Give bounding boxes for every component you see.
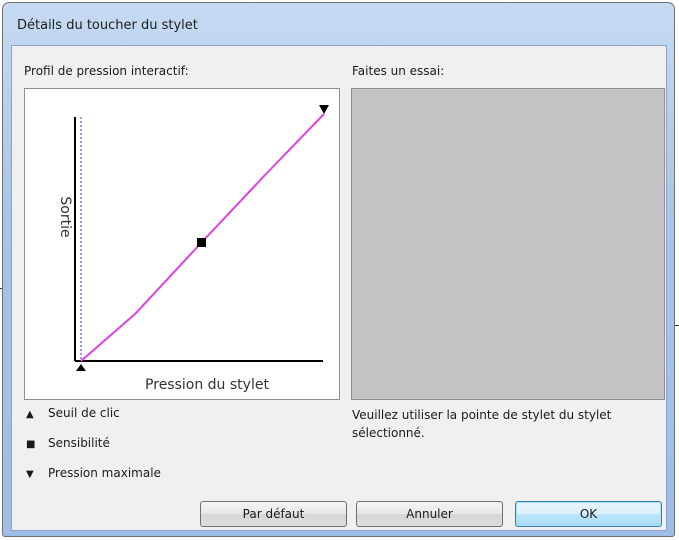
dialog-window: Détails du toucher du stylet Profil de p…	[2, 2, 675, 537]
y-axis-label: Sortie	[57, 196, 73, 237]
triangle-down-icon: ▼	[26, 469, 34, 480]
legend-item-sensitivity: ■ Sensibilité	[26, 436, 110, 450]
window-title: Détails du toucher du stylet	[17, 18, 198, 33]
title-bar[interactable]: Détails du toucher du stylet	[9, 9, 668, 45]
test-area-canvas[interactable]	[351, 88, 665, 400]
pressure-curve	[80, 113, 325, 362]
default-button[interactable]: Par défaut	[200, 501, 347, 527]
cancel-button[interactable]: Annuler	[356, 501, 503, 527]
legend-label: Sensibilité	[48, 436, 110, 450]
legend-item-max-pressure: ▼ Pression maximale	[26, 466, 161, 480]
legend-label: Pression maximale	[48, 466, 161, 480]
max-pressure-handle	[319, 105, 329, 114]
legend-label: Seuil de clic	[48, 406, 120, 420]
x-axis-label: Pression du stylet	[145, 377, 269, 393]
profile-label: Profil de pression interactif:	[24, 64, 189, 78]
test-area-label: Faites un essai:	[352, 64, 445, 78]
click-threshold-handle	[76, 364, 86, 371]
test-area-hint: Veuillez utiliser la pointe de stylet du…	[352, 408, 612, 440]
dialog-client-area: Profil de pression interactif: Faites un…	[11, 45, 667, 531]
legend-item-click-threshold: ▲ Seuil de clic	[26, 406, 120, 420]
triangle-up-icon: ▲	[26, 409, 34, 420]
pressure-profile-graph[interactable]: Sortie Pression du stylet	[24, 88, 340, 400]
ok-button[interactable]: OK	[515, 501, 662, 527]
pressure-curve-svg[interactable]: Sortie Pression du stylet	[25, 89, 339, 399]
square-icon: ■	[26, 439, 36, 450]
sensitivity-handle	[197, 238, 206, 247]
